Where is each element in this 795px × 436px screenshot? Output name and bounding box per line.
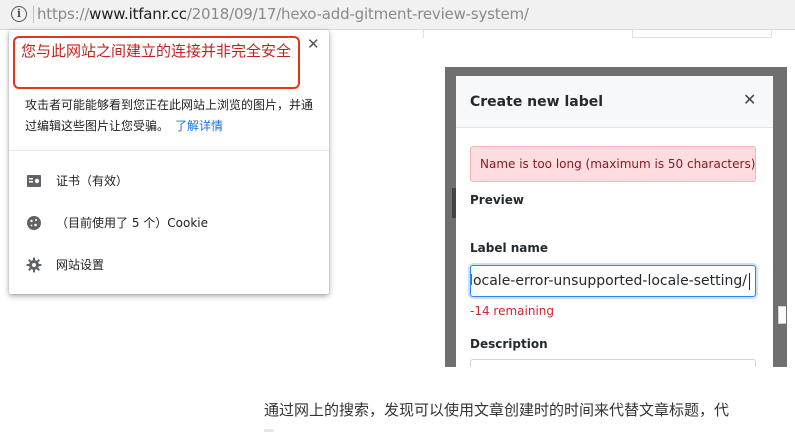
error-flash: Name is too long (maximum is 50 characte… bbox=[470, 146, 756, 182]
address-bar: i https://www.itfanr.cc/2018/09/17/hexo-… bbox=[0, 0, 795, 30]
description-label: Description bbox=[470, 337, 548, 351]
warning-title: 您与此网站之间建立的连接并非完全安全 bbox=[21, 42, 292, 60]
close-icon[interactable]: ✕ bbox=[307, 35, 320, 53]
gear-icon bbox=[26, 257, 42, 273]
background-glyph bbox=[452, 188, 456, 218]
url-scheme: https:// bbox=[37, 5, 90, 23]
label-name-label: Label name bbox=[470, 241, 549, 255]
url-host: www.itfanr.cc bbox=[89, 5, 187, 23]
page-side-strip bbox=[778, 306, 786, 324]
modal-header: Create new label ✕ bbox=[456, 76, 773, 128]
cookie-icon bbox=[27, 216, 41, 230]
certificate-row[interactable]: 证书（有效） bbox=[9, 164, 329, 198]
warning-body: 攻击者可能能够看到您正在此网站上浏览的图片，并通过编辑这些图片让您受骗。 了解详情 bbox=[25, 95, 317, 137]
text-caret bbox=[749, 273, 750, 290]
modal-title: Create new label bbox=[470, 94, 604, 110]
article-paragraph: 通过网上的搜索，发现可以使用文章创建时的时间来代替文章标题，代 bbox=[264, 401, 730, 419]
label-name-value: -locale-error-unsupported-locale-setting… bbox=[470, 273, 747, 289]
site-settings-row[interactable]: 网站设置 bbox=[9, 248, 329, 282]
remaining-count: -14 remaining bbox=[470, 304, 555, 318]
url-path: /2018/09/17/hexo-add-gitment-review-syst… bbox=[186, 5, 529, 23]
article-line-fragment bbox=[264, 429, 274, 432]
article-screenshot: Create new label ✕ Name is too long (max… bbox=[445, 67, 787, 367]
learn-more-link[interactable]: 了解详情 bbox=[175, 119, 223, 133]
cookie-label: （目前使用了 5 个）Cookie bbox=[56, 216, 208, 230]
warning-text: 攻击者可能能够看到您正在此网站上浏览的图片，并通过编辑这些图片让您受骗。 bbox=[25, 98, 314, 133]
label-name-input: -locale-error-unsupported-locale-setting… bbox=[470, 265, 756, 297]
certificate-label: 证书（有效） bbox=[56, 174, 129, 188]
certificate-icon bbox=[27, 175, 41, 187]
description-input bbox=[470, 359, 756, 367]
info-icon[interactable]: i bbox=[11, 6, 27, 22]
create-label-modal: Create new label ✕ Name is too long (max… bbox=[452, 76, 773, 367]
site-settings-label: 网站设置 bbox=[56, 258, 105, 272]
address-separator bbox=[33, 6, 34, 23]
page-box-top bbox=[632, 30, 772, 38]
close-icon: ✕ bbox=[743, 90, 757, 109]
cookie-row[interactable]: （目前使用了 5 个）Cookie bbox=[9, 206, 329, 240]
site-info-popup: 您与此网站之间建立的连接并非完全安全 ✕ 攻击者可能能够看到您正在此网站上浏览的… bbox=[9, 30, 329, 294]
popup-divider bbox=[9, 150, 329, 151]
url-field[interactable]: https://www.itfanr.cc/2018/09/17/hexo-ad… bbox=[37, 5, 529, 23]
preview-label: Preview bbox=[470, 193, 525, 207]
page-divider bbox=[423, 30, 424, 38]
error-message: Name is too long (maximum is 50 characte… bbox=[480, 157, 756, 171]
